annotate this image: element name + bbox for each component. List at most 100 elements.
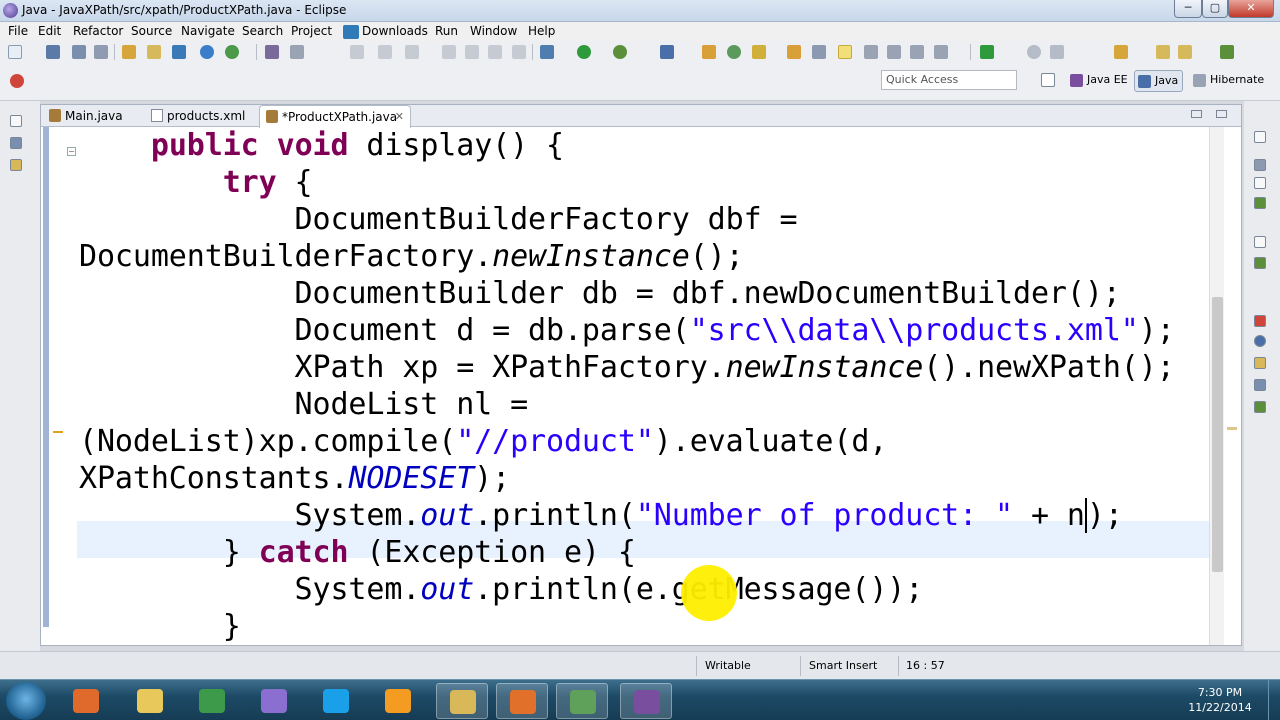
code-line[interactable]: XPath xp = XPathFactory.newInstance().ne…: [79, 349, 1175, 386]
code-line[interactable]: XPathConstants.NODESET);: [79, 460, 510, 497]
taskbar-app-game-app[interactable]: [248, 683, 300, 719]
forward-history-icon[interactable]: [1220, 45, 1234, 59]
code-line[interactable]: Document d = db.parse("src\\data\\produc…: [79, 312, 1175, 349]
start-button[interactable]: [6, 682, 46, 720]
warning-marker-icon[interactable]: [53, 427, 63, 433]
code-line[interactable]: System.out.println("Number of product: "…: [79, 497, 1123, 534]
tab-main-java[interactable]: Main.java: [43, 105, 141, 127]
print-icon[interactable]: [94, 45, 108, 59]
perspective-java-ee[interactable]: Java EE: [1067, 70, 1132, 92]
toggle-breadcrumb-icon[interactable]: [265, 45, 279, 59]
vertical-scrollbar[interactable]: [1209, 127, 1224, 645]
restore-icon[interactable]: [1254, 131, 1266, 143]
minimize-button[interactable]: ─: [1174, 0, 1202, 18]
code-line[interactable]: DocumentBuilderFactory.newInstance();: [79, 238, 744, 275]
overview-marker[interactable]: [1227, 427, 1237, 430]
open-folder-icon[interactable]: [752, 45, 766, 59]
new-class-icon[interactable]: [727, 45, 741, 59]
code-line[interactable]: DocumentBuilder db = dbf.newDocumentBuil…: [79, 275, 1121, 312]
run-external-icon[interactable]: [613, 45, 627, 59]
menu-window[interactable]: Window: [470, 24, 517, 38]
taskbar-app-file-explorer[interactable]: [124, 683, 176, 719]
pilcrow-icon[interactable]: [910, 45, 924, 59]
restore-icon[interactable]: [1254, 177, 1266, 189]
new-icon[interactable]: [8, 45, 22, 59]
palette-icon[interactable]: [1254, 257, 1266, 269]
taskbar-app-skype[interactable]: [310, 683, 362, 719]
project-explorer-icon[interactable]: [10, 159, 22, 171]
save-icon[interactable]: [46, 45, 60, 59]
declaration-icon[interactable]: [1254, 357, 1266, 369]
show-whitespace-icon[interactable]: [864, 45, 878, 59]
taskbar-app-chart-app[interactable]: [556, 683, 608, 719]
taskbar-app-outlook[interactable]: [372, 683, 424, 719]
new-java-project-icon[interactable]: [660, 45, 674, 59]
tab-productxpath-java[interactable]: *ProductXPath.java ✕: [259, 105, 411, 128]
new-package-icon[interactable]: [702, 45, 716, 59]
run-last-icon[interactable]: [980, 45, 994, 59]
menu-run[interactable]: Run: [435, 24, 458, 38]
launch-icon[interactable]: [10, 74, 24, 88]
menu-help[interactable]: Help: [528, 24, 555, 38]
code-line[interactable]: } catch (Exception e) {: [79, 534, 636, 571]
menu-source[interactable]: Source: [131, 24, 172, 38]
taskbar-app-folder-window[interactable]: [436, 683, 488, 719]
menu-refactor[interactable]: Refactor: [73, 24, 123, 38]
show-desktop-button[interactable]: [1268, 680, 1280, 720]
minimize-editor-icon[interactable]: [1191, 110, 1202, 118]
restore-icon[interactable]: [1254, 236, 1266, 248]
debug-icon[interactable]: [540, 45, 554, 59]
code-line[interactable]: try {: [79, 164, 313, 201]
code-line[interactable]: System.out.println(e.getMessage());: [79, 571, 924, 608]
menu-project[interactable]: Project: [291, 24, 332, 38]
code-line[interactable]: public void display() {: [79, 127, 564, 164]
menu-edit[interactable]: Edit: [38, 24, 61, 38]
terminal-icon[interactable]: [172, 45, 186, 59]
next-annotation-icon[interactable]: [1114, 45, 1128, 59]
javadoc-icon[interactable]: [1254, 335, 1266, 347]
open-task-icon[interactable]: [147, 45, 161, 59]
block-selection-icon[interactable]: [887, 45, 901, 59]
restore-icon[interactable]: [10, 115, 22, 127]
perspective-java[interactable]: Java: [1134, 70, 1184, 92]
close-button[interactable]: ✕: [1228, 0, 1274, 18]
fold-collapse-icon[interactable]: −: [67, 147, 76, 156]
new-server-icon[interactable]: [225, 45, 239, 59]
run-icon[interactable]: [577, 45, 591, 59]
tab-products-xml[interactable]: products.xml: [145, 105, 261, 127]
mark-occurrences-icon[interactable]: [290, 45, 304, 59]
menu-downloads[interactable]: Downloads: [362, 24, 428, 38]
taskbar-app-windows-media-player[interactable]: [60, 683, 112, 719]
menu-navigate[interactable]: Navigate: [181, 24, 235, 38]
web-browser-icon[interactable]: [200, 45, 214, 59]
folder-icon[interactable]: [787, 45, 801, 59]
perspective-hibernate[interactable]: Hibernate: [1190, 70, 1268, 92]
package-explorer-icon[interactable]: [10, 137, 22, 149]
menu-file[interactable]: File: [8, 24, 28, 38]
servers-icon[interactable]: [1254, 401, 1266, 413]
maximize-button[interactable]: ▢: [1202, 0, 1228, 18]
maximize-editor-icon[interactable]: [1216, 110, 1227, 118]
annotation-icon[interactable]: [934, 45, 948, 59]
back-icon[interactable]: [1156, 45, 1170, 59]
open-perspective-icon[interactable]: [1041, 73, 1055, 87]
code-line[interactable]: DocumentBuilderFactory dbf =: [79, 201, 798, 238]
save-all-icon[interactable]: [72, 45, 86, 59]
code-line[interactable]: }: [79, 608, 241, 645]
hand-icon[interactable]: [1050, 45, 1064, 59]
taskbar-app-firefox[interactable]: [496, 683, 548, 719]
close-tab-icon[interactable]: ✕: [395, 110, 404, 123]
search-toolbar-icon[interactable]: [812, 45, 826, 59]
taskbar-app-google-chrome[interactable]: [186, 683, 238, 719]
code-line[interactable]: NodeList nl =: [79, 386, 529, 423]
task-list-icon[interactable]: [1254, 159, 1266, 171]
menu-search[interactable]: Search: [242, 24, 283, 38]
forward-icon[interactable]: [1178, 45, 1192, 59]
scrollbar-thumb[interactable]: [1212, 297, 1223, 572]
taskbar-app-eclipse-java-ee[interactable]: [620, 683, 672, 719]
outline-icon[interactable]: [1254, 197, 1266, 209]
open-type-icon[interactable]: [122, 45, 136, 59]
quick-access-input[interactable]: Quick Access: [881, 70, 1017, 90]
problems-icon[interactable]: [1254, 315, 1266, 327]
code-area[interactable]: − public void display() { try { Document…: [49, 127, 1209, 645]
